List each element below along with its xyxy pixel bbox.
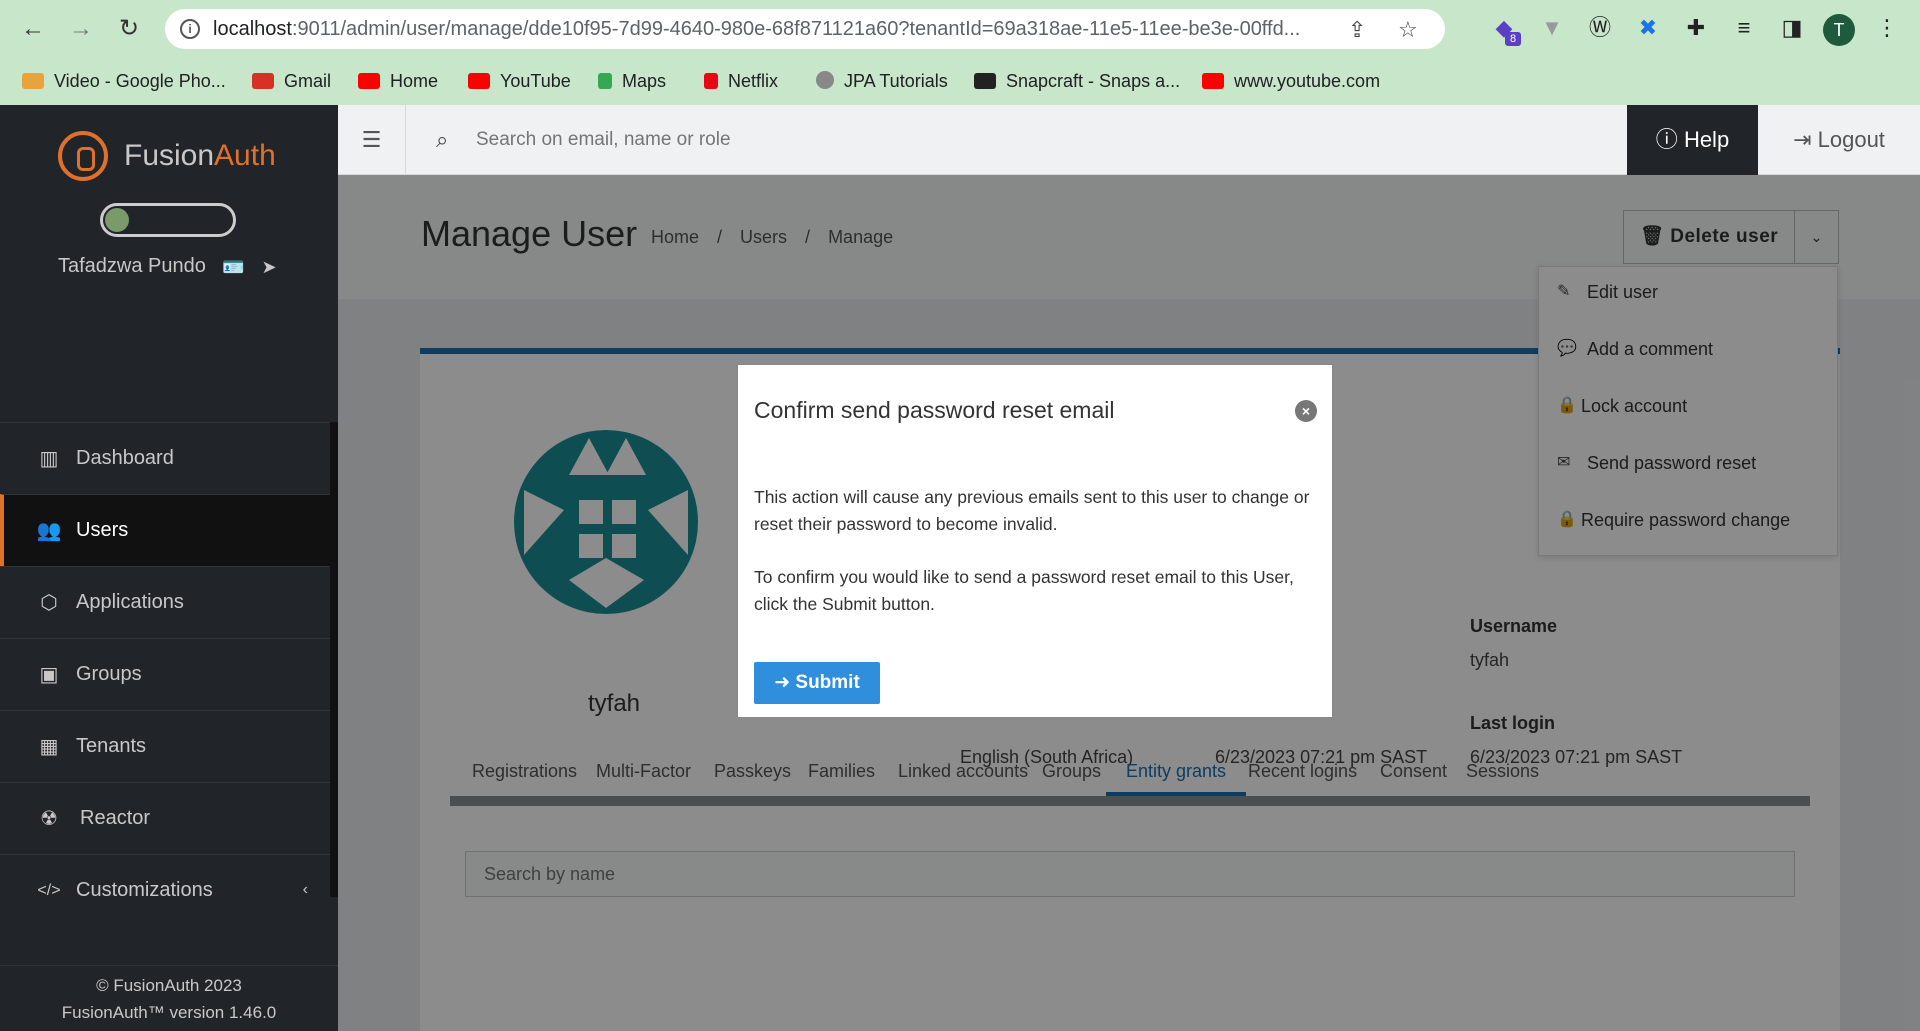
browser-chrome: ← → ↻ i localhost:9011/admin/user/manage… <box>0 0 1920 105</box>
sidebar-item-dashboard[interactable]: ▥ Dashboard <box>0 422 330 494</box>
kebab-menu-icon[interactable]: ⋮ <box>1873 14 1901 42</box>
close-icon[interactable]: × <box>1295 400 1317 422</box>
submit-label: Submit <box>795 672 860 693</box>
sidebar-item-label: Dashboard <box>76 447 174 469</box>
sidebar-item-label: Reactor <box>80 807 151 829</box>
version-text: FusionAuth™ version 1.46.0 <box>61 1003 277 1022</box>
bookmark-netflix[interactable]: Netflix <box>704 67 778 95</box>
dialog-title: Confirm send password reset email <box>754 397 1115 423</box>
extensions-puzzle-icon[interactable]: ✚ <box>1682 14 1710 42</box>
arrow-right-icon: ➜ <box>774 672 791 693</box>
reactor-icon: ☢ <box>40 808 58 830</box>
youtube-icon <box>358 73 380 89</box>
extension-badge: 8 <box>1505 32 1521 46</box>
sidebar-item-customizations[interactable]: </> Customizations ‹ <box>0 854 330 934</box>
gmail-icon <box>252 73 274 89</box>
chevron-left-icon: ‹ <box>302 881 308 898</box>
sidebar-avatar[interactable] <box>100 203 236 237</box>
fusionauth-logo-icon <box>58 131 108 181</box>
youtube-icon <box>468 73 490 89</box>
bookmark-gmail[interactable]: Gmail <box>252 67 331 95</box>
sidebar-user-actions: 🪪 ➤ <box>222 257 277 278</box>
question-circle-icon: ⓘ <box>1655 127 1678 152</box>
sidebar-item-applications[interactable]: ⬡ Applications <box>0 566 330 638</box>
dashboard-icon: ▥ <box>39 448 59 470</box>
sidebar: FusionAuth Tafadzwa Pundo 🪪 ➤ ▥ Dashboar… <box>0 105 338 1031</box>
sidebar-item-reactor[interactable]: ☢ Reactor <box>0 782 330 854</box>
bookmark-star-icon[interactable]: ☆ <box>1398 17 1418 43</box>
sidebar-item-tenants[interactable]: ▦ Tenants <box>0 710 330 782</box>
groups-icon: ▣ <box>39 664 59 686</box>
code-icon: </> <box>37 882 61 899</box>
search-icon: ⌕ <box>436 127 449 152</box>
sidebar-item-users[interactable]: 👥 Users <box>0 494 330 566</box>
copyright-text: © FusionAuth 2023 <box>96 976 242 995</box>
brand-text: FusionAuth <box>124 139 276 172</box>
bookmark-jpa-tutorials[interactable]: JPA Tutorials <box>816 67 948 95</box>
bookmark-home[interactable]: Home <box>358 67 438 95</box>
vue-devtools-icon[interactable]: ▼ <box>1538 14 1566 42</box>
site-info-icon[interactable]: i <box>180 19 200 39</box>
users-icon: 👥 <box>36 520 62 542</box>
wordpress-icon[interactable]: Ⓦ <box>1586 14 1614 42</box>
share-icon[interactable]: ⇪ <box>1348 17 1366 43</box>
global-search-input[interactable] <box>476 105 1376 175</box>
bookmark-youtube-com[interactable]: www.youtube.com <box>1202 67 1380 95</box>
sidebar-nav: ▥ Dashboard 👥 Users ⬡ Applications ▣ Gro… <box>0 422 330 934</box>
sidebar-footer: © FusionAuth 2023 FusionAuth™ version 1.… <box>0 965 338 1031</box>
extension-blue-icon[interactable]: ✖ <box>1634 14 1662 42</box>
avatar-image <box>105 208 129 232</box>
profile-avatar[interactable]: T <box>1823 14 1855 46</box>
logout-button[interactable]: ⇥ Logout <box>1758 105 1920 175</box>
location-arrow-icon[interactable]: ➤ <box>261 257 276 277</box>
url-text[interactable]: localhost:9011/admin/user/manage/dde10f9… <box>213 18 1363 41</box>
help-label: Help <box>1683 127 1730 152</box>
bookmark-maps[interactable]: Maps <box>598 67 666 95</box>
back-icon[interactable]: ← <box>18 14 48 44</box>
help-button[interactable]: ⓘ Help <box>1627 105 1758 175</box>
address-row: ← → ↻ i localhost:9011/admin/user/manage… <box>0 0 1920 58</box>
dialog-confirm-text: To confirm you would like to send a pass… <box>754 567 1294 614</box>
menu-toggle-icon[interactable]: ☰ <box>338 105 406 175</box>
sidebar-item-label: Groups <box>76 663 142 685</box>
sidebar-item-label: Users <box>76 519 129 541</box>
confirm-password-reset-dialog: Confirm send password reset email × This… <box>737 364 1333 718</box>
address-bar[interactable]: i localhost:9011/admin/user/manage/dde10… <box>165 9 1445 49</box>
sidebar-item-groups[interactable]: ▣ Groups <box>0 638 330 710</box>
sidebar-scrollbar[interactable] <box>330 422 338 897</box>
sidebar-item-label: Applications <box>76 591 184 613</box>
logout-icon: ⇥ <box>1793 127 1812 152</box>
youtube-icon <box>1202 73 1224 89</box>
sidebar-item-label: Customizations <box>76 879 213 901</box>
tenants-icon: ▦ <box>39 736 59 758</box>
bookmark-google-photos[interactable]: Video - Google Pho... <box>22 67 226 95</box>
reload-icon[interactable]: ↻ <box>114 14 144 44</box>
maps-icon <box>598 73 612 89</box>
sidebar-item-label: Tenants <box>76 735 147 757</box>
dialog-warning-text: This action will cause any previous emai… <box>754 487 1310 534</box>
bookmarks-bar: Video - Google Pho... Gmail Home YouTube… <box>0 58 1920 105</box>
bookmark-snapcraft[interactable]: Snapcraft - Snaps a... <box>974 67 1180 95</box>
snapcraft-icon <box>974 73 996 89</box>
netflix-icon <box>704 73 718 89</box>
google-photos-icon <box>22 73 44 89</box>
logout-label: Logout <box>1817 127 1885 152</box>
applications-icon: ⬡ <box>40 592 58 614</box>
sidebar-user-name: Tafadzwa Pundo <box>58 255 206 277</box>
top-bar: ☰ ⌕ ⓘ Help ⇥ Logout <box>338 105 1920 175</box>
id-card-icon[interactable]: 🪪 <box>222 257 244 277</box>
media-control-icon[interactable]: ≡ <box>1730 14 1758 42</box>
submit-button[interactable]: ➜ Submit <box>754 662 880 704</box>
bookmark-youtube[interactable]: YouTube <box>468 67 571 95</box>
forward-icon[interactable]: → <box>66 14 96 44</box>
jpa-tutorials-icon <box>816 71 834 89</box>
side-panel-icon[interactable]: ◨ <box>1778 14 1806 42</box>
